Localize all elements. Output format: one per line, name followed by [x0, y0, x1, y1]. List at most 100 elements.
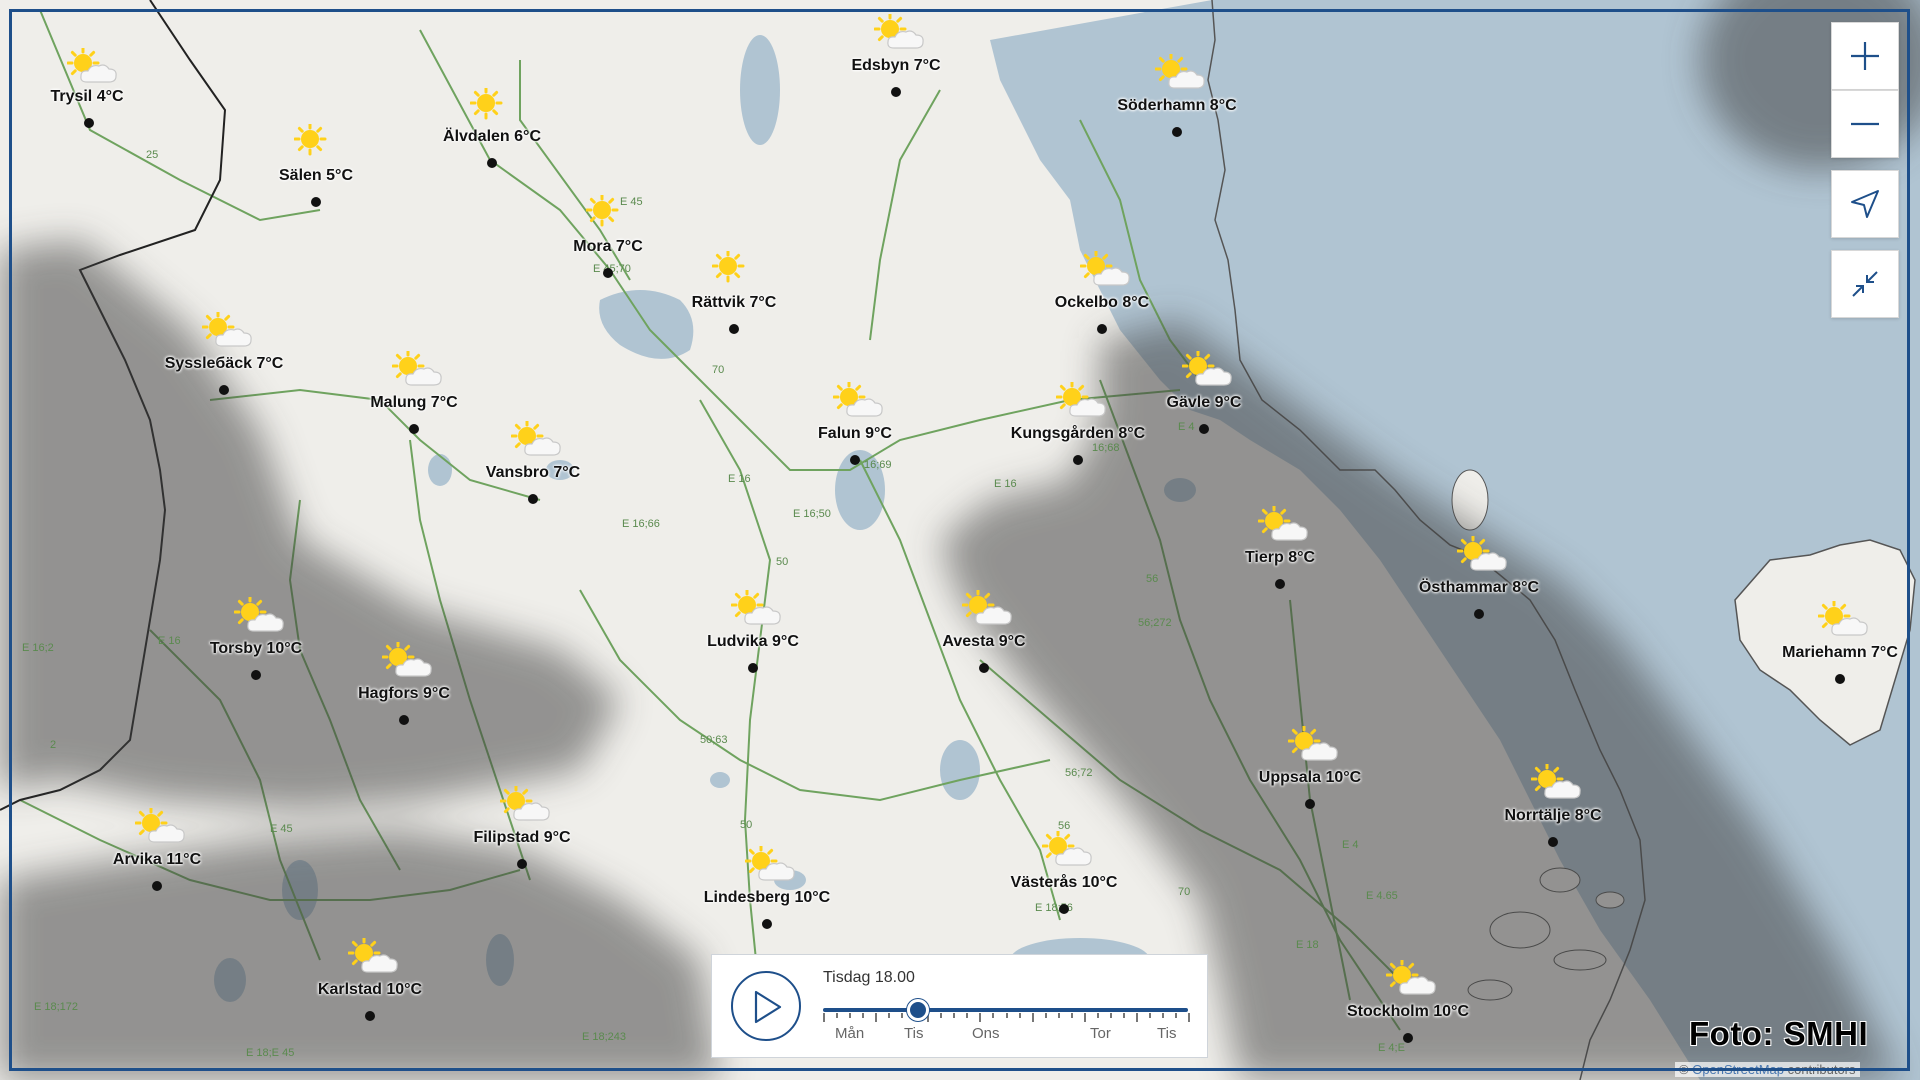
- city-dot: [219, 385, 229, 395]
- play-button[interactable]: [731, 971, 801, 1041]
- day-label-tue-next: Tis: [1157, 1025, 1177, 1042]
- weather-symbol: [233, 595, 286, 635]
- city-label: Falun 9°C: [818, 425, 892, 442]
- weather-symbol: [832, 380, 885, 420]
- sun-cloud-icon: [1530, 762, 1581, 799]
- timeline-tick: [1031, 1013, 1034, 1022]
- timeline-tick: [1018, 1013, 1021, 1018]
- sun-icon: [711, 249, 745, 283]
- svg-text:E 18: E 18: [1296, 939, 1319, 951]
- timeline-tick: [1161, 1013, 1164, 1018]
- weather-symbol: [381, 640, 434, 680]
- city-label: Uppsala 10°C: [1258, 769, 1362, 786]
- timeline-tick: [888, 1013, 891, 1018]
- photo-credit: Foto: SMHI: [1689, 1015, 1869, 1052]
- day-label-tue: Tis: [904, 1025, 924, 1042]
- weather-symbol: [1055, 380, 1108, 420]
- city-dot: [152, 881, 162, 891]
- weather-symbol: [469, 86, 522, 126]
- sun-cloud-icon: [1287, 724, 1338, 761]
- timeline-tick: [1122, 1013, 1125, 1018]
- weather-symbol: [66, 46, 119, 86]
- timeline-tick: [1148, 1013, 1151, 1018]
- svg-text:E 4: E 4: [1178, 421, 1195, 433]
- svg-text:16;68: 16;68: [1092, 442, 1120, 454]
- svg-text:E 16: E 16: [728, 473, 751, 485]
- weather-symbol: [293, 122, 346, 162]
- city-dot: [365, 1011, 375, 1021]
- locate-me-button[interactable]: [1831, 170, 1899, 238]
- city-label: Malung 7°C: [370, 394, 458, 411]
- timeline-tick: [823, 1013, 825, 1022]
- city-label: Östhammar 8°C: [1418, 579, 1540, 596]
- timeline-tick: [953, 1013, 956, 1018]
- weather-symbol: [744, 844, 797, 884]
- city-dot: [1275, 579, 1285, 589]
- sun-cloud-icon: [1456, 534, 1507, 571]
- minus-icon: [1851, 122, 1879, 126]
- weather-symbol: [1456, 534, 1509, 574]
- weather-symbol: [391, 349, 444, 389]
- svg-text:E 45: E 45: [270, 823, 293, 835]
- timeline-tick: [966, 1013, 969, 1018]
- weather-symbol: [1817, 599, 1870, 639]
- timeline-track[interactable]: [823, 1008, 1188, 1012]
- svg-text:70: 70: [1178, 886, 1190, 898]
- weather-symbol: [1079, 249, 1132, 289]
- timeline-tick: [901, 1013, 904, 1018]
- weather-symbol: [1287, 724, 1340, 764]
- city-label: Tierp 8°C: [1244, 549, 1316, 566]
- timeline-tick: [1174, 1013, 1177, 1018]
- timeline-tick: [940, 1013, 943, 1018]
- sun-cloud-icon: [1385, 958, 1436, 995]
- city-dot: [1835, 674, 1845, 684]
- city-label: Karlstad 10°C: [317, 981, 423, 998]
- weather-map-view[interactable]: 25 E 45 E 45;70 70 E 16 E 16;66 E 16;50 …: [0, 0, 1920, 1080]
- city-label: Syssleбäck 7°C: [164, 355, 284, 372]
- city-dot: [487, 158, 497, 168]
- city-dot: [517, 859, 527, 869]
- city-dot: [1073, 455, 1083, 465]
- svg-text:E 18;E 45: E 18;E 45: [246, 1047, 294, 1059]
- zoom-in-button[interactable]: [1831, 22, 1899, 90]
- city-dot: [729, 324, 739, 334]
- city-dot: [399, 715, 409, 725]
- day-label-wed: Ons: [972, 1025, 1000, 1042]
- city-dot: [409, 424, 419, 434]
- sun-cloud-icon: [381, 640, 432, 677]
- sun-cloud-icon: [66, 46, 117, 83]
- day-label-mon: Mån: [835, 1025, 865, 1042]
- svg-text:E 16: E 16: [158, 635, 181, 647]
- sun-cloud-icon: [1079, 249, 1130, 286]
- svg-text:E 4: E 4: [1342, 839, 1359, 851]
- play-icon: [754, 990, 782, 1024]
- sun-cloud-icon: [1154, 52, 1205, 89]
- weather-symbol: [201, 310, 254, 350]
- sun-icon: [585, 193, 619, 227]
- plus-icon: [1851, 42, 1879, 70]
- weather-symbol: [1154, 52, 1207, 92]
- timeline-tick: [1109, 1013, 1112, 1018]
- collapse-view-button[interactable]: [1831, 250, 1899, 318]
- osm-link[interactable]: OpenStreetMap: [1692, 1062, 1784, 1077]
- zoom-out-button[interactable]: [1831, 90, 1899, 158]
- city-label: Torsby 10°C: [209, 640, 303, 657]
- svg-text:E 16;2: E 16;2: [22, 642, 54, 654]
- timeline-slider-handle[interactable]: [906, 999, 929, 1021]
- city-label: Mora 7°C: [573, 238, 643, 255]
- map-attribution: © OpenStreetMap contributors: [1675, 1062, 1860, 1077]
- svg-text:E 4.65: E 4.65: [1366, 890, 1398, 902]
- weather-symbol: [1181, 349, 1234, 389]
- city-dot: [528, 494, 538, 504]
- svg-text:50: 50: [740, 819, 752, 831]
- map-canvas[interactable]: 25 E 45 E 45;70 70 E 16 E 16;66 E 16;50 …: [0, 0, 1920, 1080]
- weather-symbol: [499, 784, 552, 824]
- timeline-tick: [1044, 1013, 1047, 1018]
- weather-symbol: [1530, 762, 1583, 802]
- city-dot: [1474, 609, 1484, 619]
- city-dot: [850, 455, 860, 465]
- weather-symbol: [961, 588, 1014, 628]
- timeline-tick: [1083, 1013, 1086, 1022]
- sun-cloud-icon: [499, 784, 550, 821]
- city-label: Edsbyn 7°C: [851, 57, 941, 74]
